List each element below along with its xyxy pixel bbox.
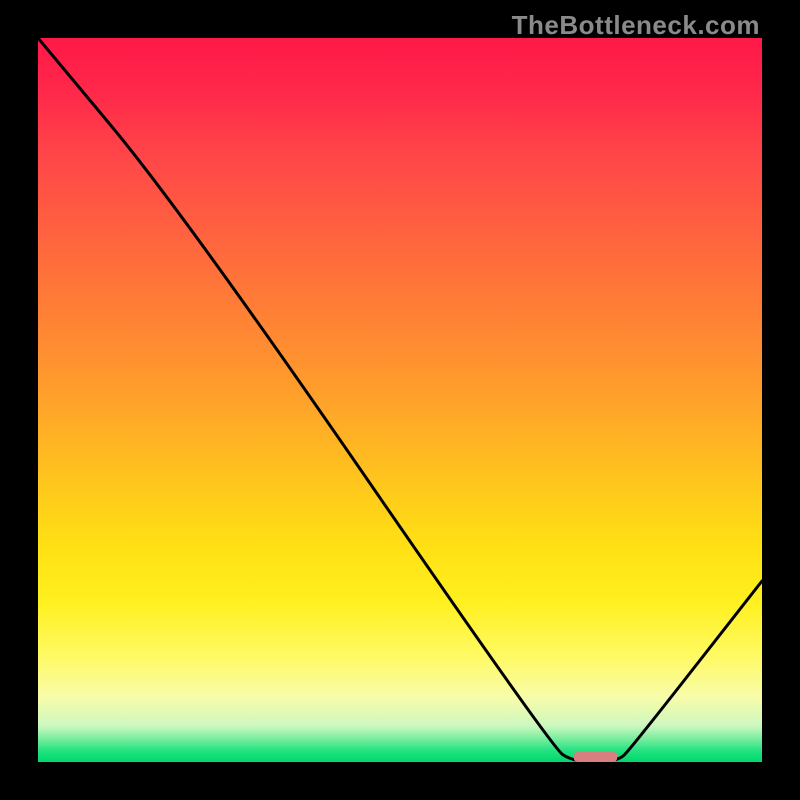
bottleneck-curve <box>38 38 762 762</box>
minimum-band <box>574 752 617 762</box>
minimum-marker <box>574 752 617 762</box>
bottleneck-line <box>38 38 762 762</box>
chart-svg <box>38 38 762 762</box>
chart-frame: TheBottleneck.com <box>0 0 800 800</box>
watermark-text: TheBottleneck.com <box>512 10 760 41</box>
plot-area <box>38 38 762 762</box>
